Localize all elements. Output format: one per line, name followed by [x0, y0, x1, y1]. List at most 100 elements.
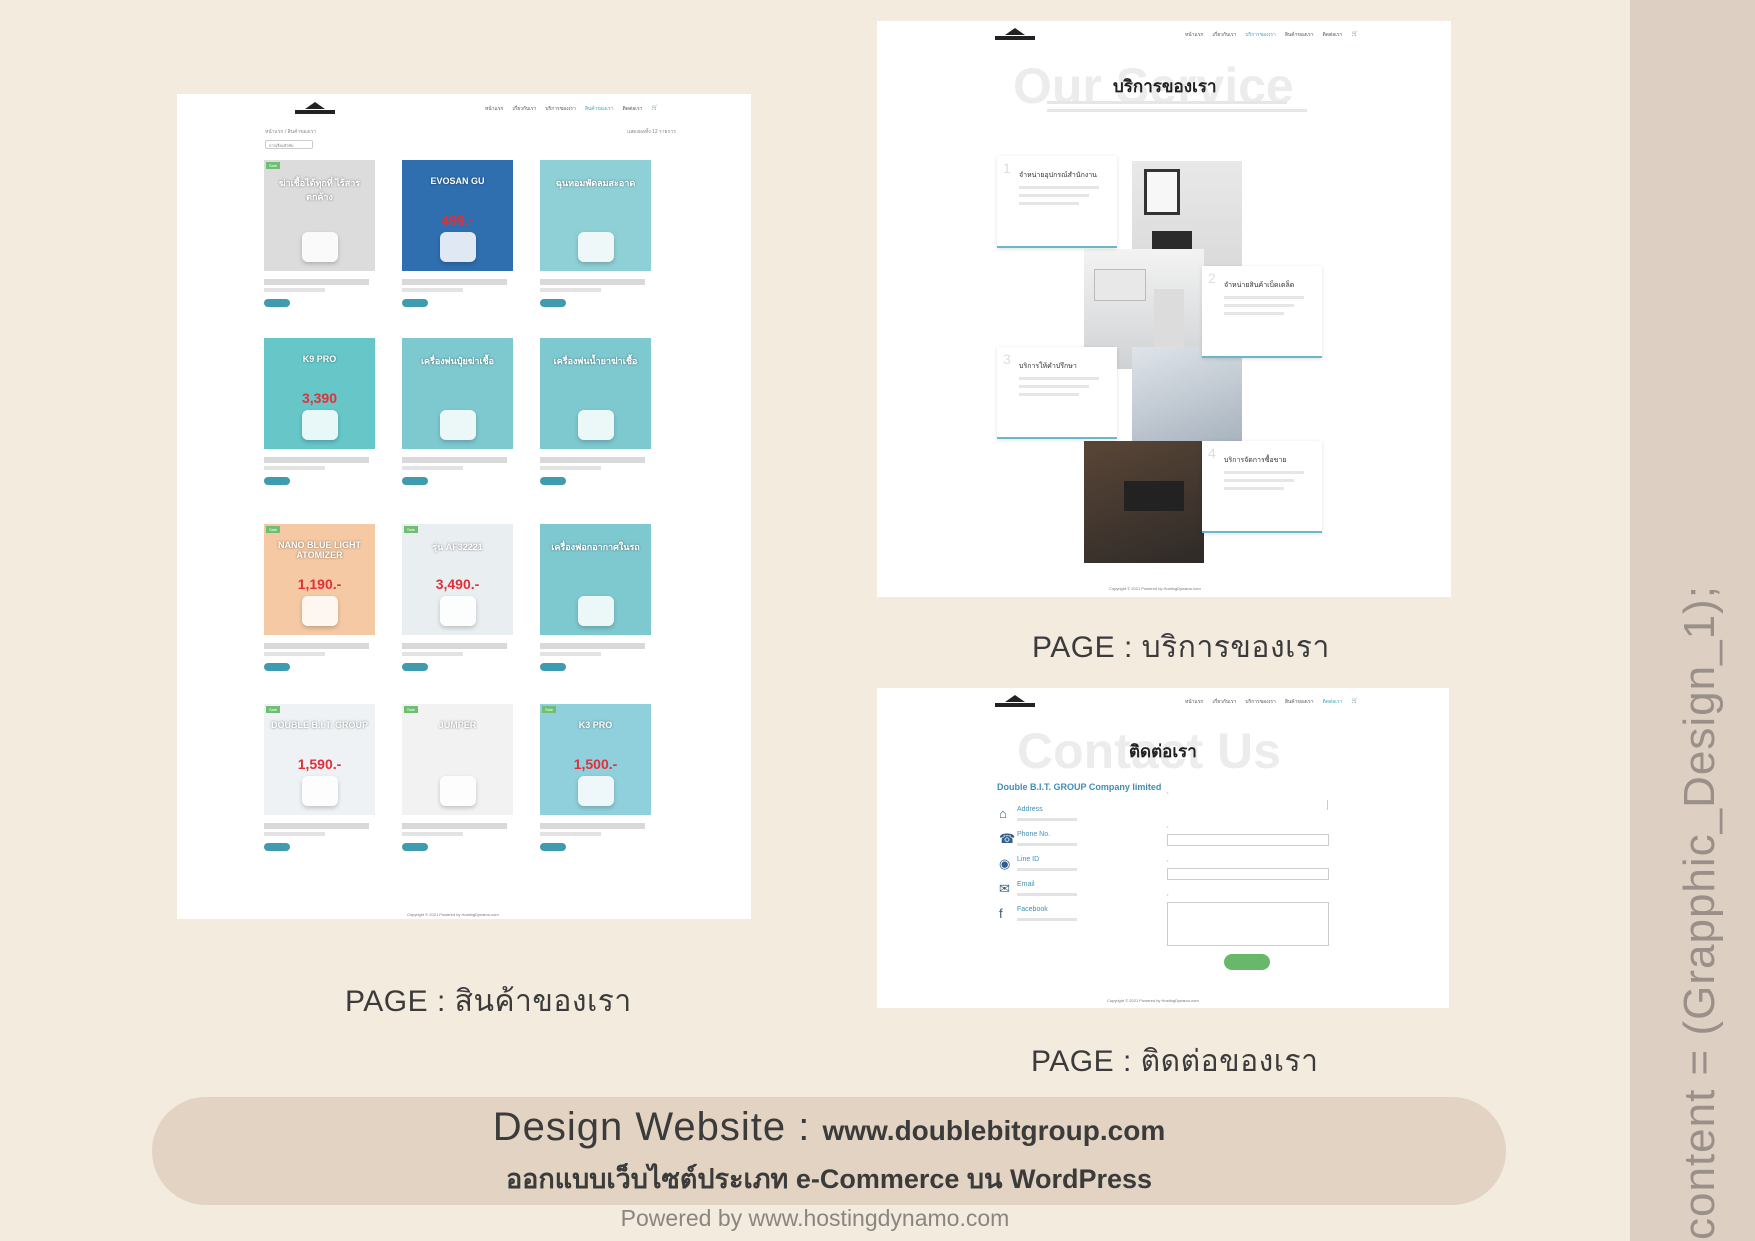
- site-footer: Copyright © 2021 Powered by HostingDynam…: [1109, 586, 1201, 591]
- product-image[interactable]: Sale ฆ่าเชื้อได้ทุกที่ ไร้สารตกค้าง: [264, 160, 375, 271]
- add-to-cart-button[interactable]: [402, 843, 428, 851]
- contact-item-value: [1017, 918, 1077, 921]
- product-card[interactable]: K9 PRO 3,390: [264, 338, 375, 485]
- service-title: บริการจัดการซื้อขาย: [1224, 457, 1287, 464]
- product-card[interactable]: Sale K3 PRO 1,500.-: [540, 704, 651, 851]
- form-label: •: [1167, 858, 1169, 863]
- product-image[interactable]: เครื่องพ่นปุ๋ยฆ่าเชื้อ: [402, 338, 513, 449]
- product-image-price: 3,390: [301, 390, 338, 406]
- product-card[interactable]: Sale NANO BLUE LIGHT ATOMIZER 1,190.-: [264, 524, 375, 671]
- product-card[interactable]: Sale JUMPER: [402, 704, 513, 851]
- page-title: ติดต่อเรา: [1129, 742, 1197, 761]
- product-title-placeholder: [402, 279, 508, 285]
- add-to-cart-button[interactable]: [540, 477, 566, 485]
- product-title-placeholder: [402, 466, 464, 470]
- caption-services: PAGE : บริการของเรา: [1032, 631, 1330, 664]
- product-device: [440, 776, 476, 806]
- add-to-cart-button[interactable]: [540, 663, 566, 671]
- submit-button[interactable]: [1224, 954, 1270, 970]
- product-card[interactable]: ฉุนหอมพัดลมสะอาด: [540, 160, 651, 307]
- add-to-cart-button[interactable]: [402, 663, 428, 671]
- service-card[interactable]: 3 บริการให้คำปรึกษา: [997, 347, 1117, 439]
- product-image[interactable]: Sale NANO BLUE LIGHT ATOMIZER 1,190.-: [264, 524, 375, 635]
- site-nav: หน้าแรก เกี่ยวกับเรา บริการของเรา สินค้าของ…: [1185, 31, 1358, 38]
- product-image[interactable]: EVOSAN GU 499.-: [402, 160, 513, 271]
- service-card[interactable]: 4 บริการจัดการซื้อขาย: [1202, 441, 1322, 533]
- site-logo: [295, 102, 335, 116]
- product-image-price: 1,590.-: [297, 756, 342, 772]
- service-number: 3: [1003, 351, 1011, 367]
- product-image[interactable]: Sale JUMPER: [402, 704, 513, 815]
- service-card[interactable]: 2 จำหน่ายสินค้าเบ็ดเตล็ด: [1202, 266, 1322, 358]
- add-to-cart-button[interactable]: [264, 843, 290, 851]
- product-title-placeholder: [264, 832, 326, 836]
- add-to-cart-button[interactable]: [264, 477, 290, 485]
- product-image[interactable]: เครื่องฟอกอากาศในรถ: [540, 524, 651, 635]
- product-image[interactable]: K9 PRO 3,390: [264, 338, 375, 449]
- service-card[interactable]: 1 จำหน่ายอุปกรณ์สำนักงาน: [997, 156, 1117, 248]
- product-card[interactable]: เครื่องพ่นปุ๋ยฆ่าเชื้อ: [402, 338, 513, 485]
- product-image-price: 3,490.-: [435, 576, 480, 592]
- product-title-placeholder: [540, 466, 602, 470]
- banner-url[interactable]: www.doublebitgroup.com: [823, 1115, 1166, 1146]
- banner-line-2: ออกแบบเว็บไซต์ประเภท e-Commerce บน WordP…: [505, 1164, 1153, 1194]
- products-page-screenshot: หน้าแรก เกี่ยวกับเรา บริการของเรา สินค้าของ…: [177, 94, 751, 919]
- add-to-cart-button[interactable]: [264, 299, 290, 307]
- form-label: •: [1167, 790, 1169, 795]
- product-card[interactable]: EVOSAN GU 499.-: [402, 160, 513, 307]
- email-field[interactable]: [1167, 834, 1329, 846]
- product-card[interactable]: Sale DOUBLE B.I.T. GROUP 1,590.-: [264, 704, 375, 851]
- add-to-cart-button[interactable]: [402, 299, 428, 307]
- contact-item-value: [1017, 893, 1077, 896]
- site-header: หน้าแรก เกี่ยวกับเรา บริการของเรา สินค้าของ…: [177, 94, 751, 122]
- product-image-headline: NANO BLUE LIGHT ATOMIZER: [278, 540, 361, 560]
- mail-icon: ✉: [999, 881, 1010, 896]
- product-image[interactable]: ฉุนหอมพัดลมสะอาด: [540, 160, 651, 271]
- add-to-cart-button[interactable]: [540, 843, 566, 851]
- site-logo: [995, 28, 1035, 42]
- banner-label: Design Website :: [492, 1105, 823, 1149]
- service-number: 1: [1003, 160, 1011, 176]
- company-name: Double B.I.T. GROUP Company limited: [997, 782, 1162, 792]
- product-title-placeholder: [402, 652, 464, 656]
- product-title-placeholder: [540, 643, 646, 649]
- product-image[interactable]: Sale K3 PRO 1,500.-: [540, 704, 651, 815]
- add-to-cart-button[interactable]: [402, 477, 428, 485]
- product-card[interactable]: Sale รุ่น AF32221 3,490.-: [402, 524, 513, 671]
- product-card[interactable]: เครื่องพ่นน้ำยาฆ่าเชื้อ: [540, 338, 651, 485]
- add-to-cart-button[interactable]: [540, 299, 566, 307]
- product-device: [302, 776, 338, 806]
- product-card[interactable]: เครื่องฟอกอากาศในรถ: [540, 524, 651, 671]
- site-nav: หน้าแรก เกี่ยวกับเรา บริการของเรา สินค้าของ…: [1185, 698, 1358, 705]
- product-image-headline: K9 PRO: [302, 354, 337, 364]
- product-image[interactable]: Sale DOUBLE B.I.T. GROUP 1,590.-: [264, 704, 375, 815]
- product-title-placeholder: [264, 466, 326, 470]
- caption-products: PAGE : สินค้าของเรา: [345, 985, 632, 1018]
- product-image[interactable]: Sale รุ่น AF32221 3,490.-: [402, 524, 513, 635]
- message-field[interactable]: [1167, 902, 1329, 946]
- contact-item-label: Facebook: [1017, 906, 1048, 913]
- site-header: หน้าแรก เกี่ยวกับเรา บริการของเรา สินค้าของ…: [877, 688, 1449, 716]
- product-image-price: 499.-: [441, 212, 474, 228]
- product-device: [440, 596, 476, 626]
- product-image-headline: K3 PRO: [578, 720, 613, 730]
- product-device: [578, 232, 614, 262]
- product-card[interactable]: Sale ฆ่าเชื้อได้ทุกที่ ไร้สารตกค้าง: [264, 160, 375, 307]
- name-field[interactable]: [1167, 800, 1328, 810]
- product-image-headline: รุ่น AF32221: [432, 542, 483, 552]
- service-description-line: [1019, 186, 1099, 189]
- product-image[interactable]: เครื่องพ่นน้ำยาฆ่าเชื้อ: [540, 338, 651, 449]
- phone-field[interactable]: [1167, 868, 1329, 880]
- site-header: หน้าแรก เกี่ยวกับเรา บริการของเรา สินค้าของ…: [877, 21, 1451, 49]
- product-title-placeholder: [264, 288, 326, 292]
- product-title-placeholder: [540, 832, 602, 836]
- sort-select[interactable]: การเรียงลำดับ: [265, 140, 313, 149]
- product-image-headline: เครื่องพ่นปุ๋ยฆ่าเชื้อ: [420, 356, 495, 366]
- product-device: [578, 596, 614, 626]
- services-page-screenshot: หน้าแรก เกี่ยวกับเรา บริการของเรา สินค้าของ…: [877, 21, 1451, 597]
- product-title-placeholder: [540, 652, 602, 656]
- service-description-line: [1019, 385, 1089, 388]
- product-device: [302, 232, 338, 262]
- add-to-cart-button[interactable]: [264, 663, 290, 671]
- form-label: •: [1167, 824, 1169, 829]
